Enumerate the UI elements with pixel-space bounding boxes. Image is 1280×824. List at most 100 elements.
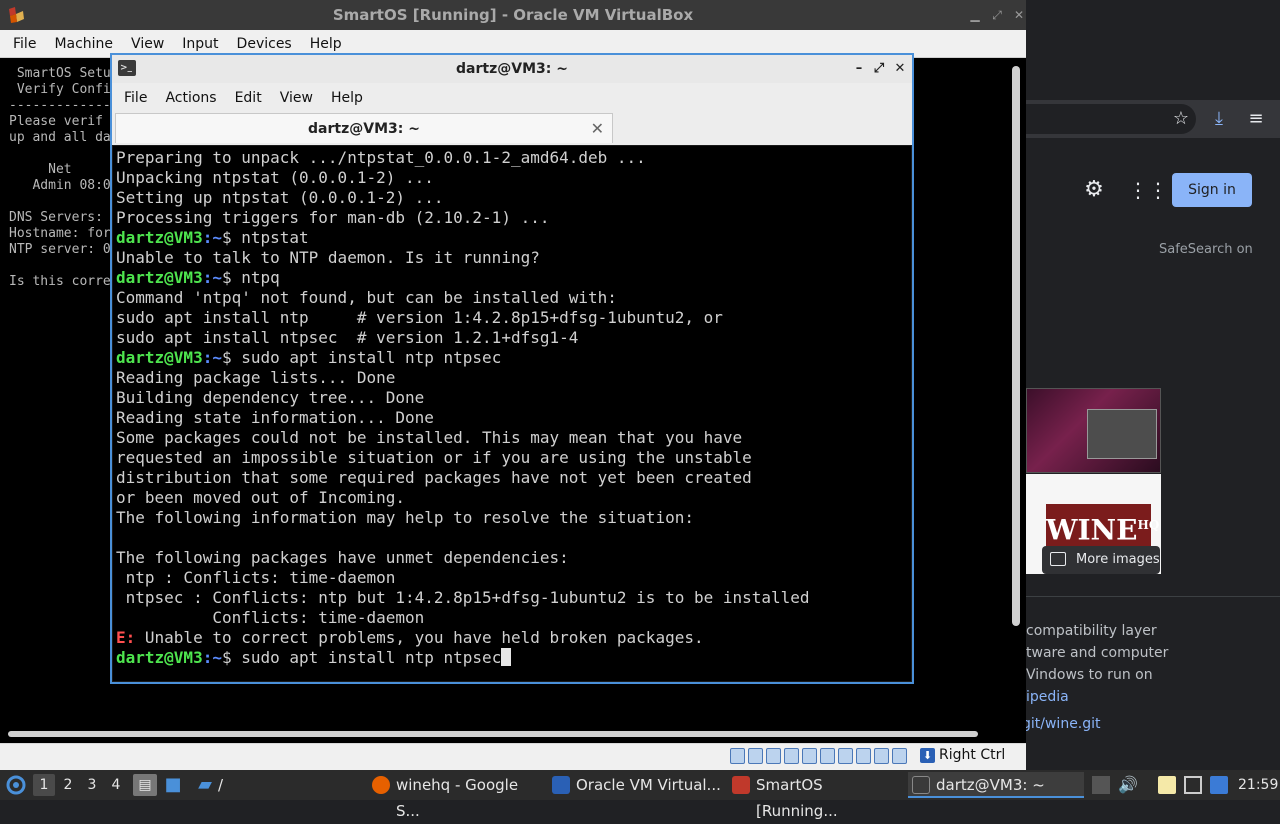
image-icon (1050, 552, 1066, 566)
restore-icon[interactable]: ⤢ (986, 0, 1008, 30)
terminal-line: dartz@VM3:~$ sudo apt install ntp ntpsec (116, 648, 810, 668)
prompt-user: dartz@VM3 (116, 348, 203, 367)
menu-file[interactable]: File (115, 90, 156, 106)
menu-edit[interactable]: Edit (226, 90, 271, 106)
display-tray-icon[interactable] (1184, 776, 1202, 794)
prompt-user: dartz@VM3 (116, 648, 203, 667)
terminal-tab[interactable]: dartz@VM3: ~ ✕ (115, 113, 613, 143)
download-icon[interactable]: ⤓ (1207, 107, 1231, 131)
more-images-button[interactable]: More images (1042, 546, 1160, 574)
text-cursor (501, 648, 512, 666)
host-key-indicator[interactable]: ⬇ Right Ctrl (920, 747, 1005, 763)
terminal-output[interactable]: Preparing to unpack .../ntpstat_0.0.0.1-… (112, 145, 912, 682)
prompt-path: :~ (202, 228, 222, 247)
minimize-icon[interactable]: – (850, 55, 868, 83)
apps-grid-icon[interactable]: ⋮⋮ (1128, 178, 1168, 202)
terminal-app-icon: >_ (118, 60, 136, 76)
divider (1026, 596, 1280, 597)
folder-icon[interactable]: ▰ (193, 774, 217, 796)
vertical-scrollbar[interactable] (1012, 66, 1020, 626)
terminal-lines: Preparing to unpack .../ntpstat_0.0.0.1-… (116, 148, 810, 668)
virtualbox-app-icon (9, 7, 24, 23)
terminal-line: The following packages have unmet depend… (116, 548, 569, 567)
terminal-line: sudo apt install ntp # version 1:4.2.8p1… (116, 308, 723, 327)
terminal-line: ntp : Conflicts: time-daemon (116, 568, 396, 587)
volume-icon[interactable]: 🔊 (1118, 776, 1138, 794)
task-terminal[interactable]: dartz@VM3: ~ (908, 772, 1084, 798)
hard-disk-icon[interactable] (730, 748, 745, 764)
menu-machine[interactable]: Machine (45, 36, 122, 52)
clock[interactable]: 21:59 (1238, 770, 1278, 800)
clipboard-icon[interactable] (1158, 776, 1176, 794)
menu-devices[interactable]: Devices (228, 36, 301, 52)
git-url-link[interactable]: git/wine.git (1022, 716, 1101, 732)
menu-help[interactable]: Help (301, 36, 351, 52)
horizontal-scrollbar[interactable] (8, 731, 978, 737)
show-desktop-icon[interactable]: ■ (161, 774, 185, 796)
close-icon[interactable]: ✕ (891, 55, 909, 83)
close-icon[interactable]: ✕ (1008, 0, 1030, 30)
safesearch-label[interactable]: SafeSearch on (1159, 242, 1253, 257)
minimize-icon[interactable]: ▁ (964, 0, 986, 30)
recording-icon[interactable] (856, 748, 871, 764)
wikipedia-link[interactable]: ipedia (1026, 686, 1280, 708)
menu-help[interactable]: Help (322, 90, 372, 106)
mouse-integration-icon[interactable] (892, 748, 907, 764)
terminal-menubar: File Actions Edit View Help (112, 84, 912, 112)
terminal-line: or been moved out of Incoming. (116, 488, 405, 507)
image-thumbnail-ubuntu[interactable] (1026, 388, 1161, 473)
terminal-line: Conflicts: time-daemon (116, 608, 425, 627)
menu-file[interactable]: File (4, 36, 45, 52)
shared-folders-icon[interactable] (820, 748, 835, 764)
quick-launch-icon[interactable]: ▤ (133, 774, 157, 796)
maximize-icon[interactable]: ⤢ (870, 55, 888, 83)
audio-icon[interactable] (766, 748, 781, 764)
browser-window: ☆ ⤓ ≡ ⚙ ⋮⋮ Sign in SafeSearch on WINEHQ … (1022, 0, 1280, 770)
terminal-line: Setting up ntpstat (0.0.0.1-2) ... (116, 188, 444, 207)
terminal-line: Some packages could not be installed. Th… (116, 428, 743, 447)
terminal-title: dartz@VM3: ~ (456, 61, 568, 77)
search-snippet: compatibility layer tware and computer V… (1026, 620, 1280, 708)
menu-view[interactable]: View (122, 36, 173, 52)
display-icon[interactable] (838, 748, 853, 764)
workspace-1[interactable]: 1 (33, 774, 55, 796)
virtualbox-titlebar[interactable]: SmartOS [Running] - Oracle VM VirtualBox… (0, 0, 1026, 30)
tab-close-icon[interactable]: ✕ (591, 114, 604, 144)
terminal-line: dartz@VM3:~$ ntpstat (116, 228, 309, 247)
task-firefox[interactable]: winehq - Google S... (368, 772, 546, 820)
settings-gear-icon[interactable]: ⚙ (1082, 178, 1106, 202)
app-launcher-icon[interactable] (6, 775, 26, 795)
folder-path-label[interactable]: / (218, 770, 223, 800)
terminal-line: Reading state information... Done (116, 408, 434, 427)
menu-actions[interactable]: Actions (156, 90, 225, 106)
network-icon[interactable] (784, 748, 799, 764)
tray-arrow-icon[interactable] (1092, 776, 1110, 794)
terminal-line: The following information may help to re… (116, 508, 694, 527)
terminal-line: Reading package lists... Done (116, 368, 396, 387)
optical-drive-icon[interactable] (748, 748, 763, 764)
winehq-logo: WINEHQ (1046, 504, 1159, 546)
terminal-line: E: Unable to correct problems, you have … (116, 628, 704, 647)
terminal-line: Unpacking ntpstat (0.0.0.1-2) ... (116, 168, 434, 187)
menu-icon[interactable]: ≡ (1244, 107, 1268, 131)
terminal-line: dartz@VM3:~$ ntpq (116, 268, 280, 287)
host-key-arrow-icon: ⬇ (920, 748, 935, 763)
task-smartos-vm[interactable]: SmartOS [Running... (728, 772, 906, 820)
network-tray-icon[interactable] (1210, 776, 1228, 794)
sign-in-button[interactable]: Sign in (1172, 173, 1252, 207)
cpu-icon[interactable] (874, 748, 889, 764)
terminal-line: Preparing to unpack .../ntpstat_0.0.0.1-… (116, 148, 646, 167)
workspace-3[interactable]: 3 (81, 774, 103, 796)
firefox-icon (372, 776, 390, 794)
terminal-titlebar[interactable]: >_ dartz@VM3: ~ – ⤢ ✕ (112, 55, 912, 83)
workspace-4[interactable]: 4 (105, 774, 127, 796)
workspace-2[interactable]: 2 (57, 774, 79, 796)
task-virtualbox-manager[interactable]: Oracle VM Virtual... (548, 772, 726, 798)
terminal-line: dartz@VM3:~$ sudo apt install ntp ntpsec (116, 348, 502, 367)
menu-view[interactable]: View (271, 90, 322, 106)
bookmark-star-icon[interactable]: ☆ (1169, 107, 1193, 131)
usb-icon[interactable] (802, 748, 817, 764)
menu-input[interactable]: Input (173, 36, 227, 52)
prompt-path: :~ (202, 348, 222, 367)
